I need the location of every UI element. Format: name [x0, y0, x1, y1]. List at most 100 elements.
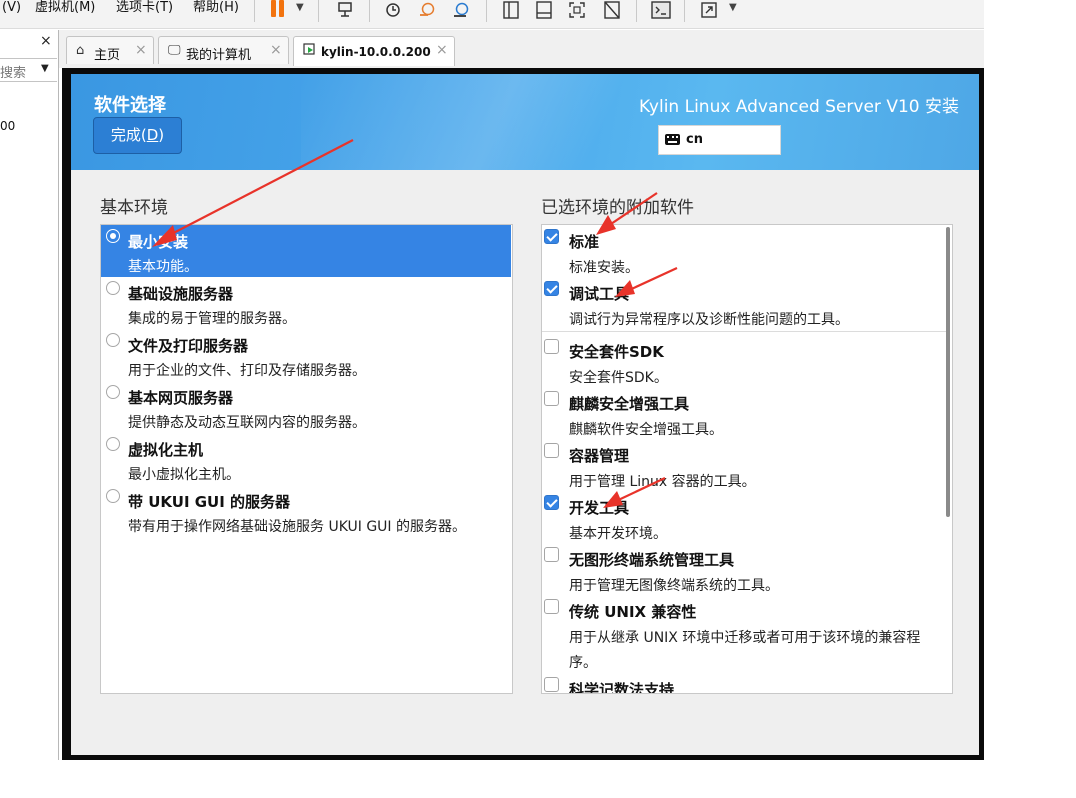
env-name: 基本网页服务器	[128, 389, 234, 407]
tab-kylin-vm[interactable]: kylin-10.0.0.200 ×	[293, 36, 455, 66]
tab-close-icon[interactable]: ×	[436, 42, 448, 58]
radio-button[interactable]	[106, 385, 120, 399]
product-title: Kylin Linux Advanced Server V10 安装	[639, 97, 959, 117]
addon-item-debug-tools[interactable]: 调试工具 调试行为异常程序以及诊断性能问题的工具。	[542, 277, 944, 329]
toolbar-separator	[254, 0, 255, 22]
computer-icon: 🖵	[168, 43, 181, 58]
checkbox[interactable]	[544, 495, 559, 510]
env-item-virtualization[interactable]: 虚拟化主机 最小虚拟化主机。	[101, 433, 511, 485]
env-item-infrastructure[interactable]: 基础设施服务器 集成的易于管理的服务器。	[101, 277, 511, 329]
toolbar-separator	[318, 0, 319, 22]
addon-name: 安全套件SDK	[569, 343, 664, 361]
revert-snapshot-icon[interactable]	[416, 0, 438, 20]
env-desc: 带有用于操作网络基础设施服务 UKUI GUI 的服务器。	[128, 519, 467, 535]
library-close-icon[interactable]: ×	[40, 33, 52, 49]
library-tree-item[interactable]: 00	[0, 119, 15, 133]
env-item-ukui-gui[interactable]: 带 UKUI GUI 的服务器 带有用于操作网络基础设施服务 UKUI GUI …	[101, 485, 511, 537]
library-search-placeholder: 搜索	[0, 66, 27, 81]
tab-my-computer[interactable]: 🖵 我的计算机 ×	[158, 36, 289, 64]
addon-item-container-management[interactable]: 容器管理 用于管理 Linux 容器的工具。	[542, 439, 944, 491]
done-label: 完成(	[110, 126, 147, 144]
checkbox[interactable]	[544, 339, 559, 354]
tab-close-icon[interactable]: ×	[270, 42, 282, 58]
checkbox[interactable]	[544, 677, 559, 692]
checkbox[interactable]	[544, 229, 559, 244]
env-item-web-server[interactable]: 基本网页服务器 提供静态及动态互联网内容的服务器。	[101, 381, 511, 433]
thumbnail-view-icon[interactable]	[533, 0, 555, 20]
addon-name: 麒麟安全增强工具	[569, 395, 690, 413]
addon-item-standard[interactable]: 标准 标准安装。	[542, 225, 944, 277]
env-desc: 用于企业的文件、打印及存储服务器。	[128, 363, 366, 379]
addon-name: 容器管理	[569, 447, 630, 465]
menu-help[interactable]: 帮助(H)	[193, 0, 239, 20]
tab-close-icon[interactable]: ×	[135, 42, 147, 58]
env-name: 文件及打印服务器	[128, 337, 249, 355]
installer-window: 软件选择 完成(D) Kylin Linux Advanced Server V…	[71, 74, 979, 755]
checkbox[interactable]	[544, 443, 559, 458]
keyboard-layout-indicator[interactable]: cn	[658, 125, 781, 155]
snapshot-icon[interactable]	[382, 0, 404, 20]
addon-name: 传统 UNIX 兼容性	[569, 603, 697, 621]
addon-name: 调试工具	[569, 285, 630, 303]
send-keys-icon[interactable]	[334, 0, 356, 20]
console-icon[interactable]	[650, 0, 672, 20]
search-dropdown-icon[interactable]: ▼	[41, 63, 49, 74]
tab-home[interactable]: ⌂ 主页 ×	[66, 36, 154, 64]
radio-button[interactable]	[106, 437, 120, 451]
tab-kylin-vm-label: kylin-10.0.0.200	[321, 45, 431, 59]
addon-name: 开发工具	[569, 499, 630, 517]
tab-my-computer-label: 我的计算机	[186, 48, 252, 63]
checkbox[interactable]	[544, 281, 559, 296]
radio-button[interactable]	[106, 489, 120, 503]
addon-desc: 用于从继承 UNIX 环境中迁移或者可用于该环境的兼容程序。	[569, 630, 921, 671]
fullscreen-icon[interactable]	[566, 0, 588, 20]
vm-running-icon	[303, 43, 316, 60]
radio-button[interactable]	[106, 281, 120, 295]
toolbar-separator	[486, 0, 487, 22]
done-button[interactable]: 完成(D)	[93, 117, 182, 154]
addon-item-kylin-security[interactable]: 麒麟安全增强工具 麒麟软件安全增强工具。	[542, 387, 944, 439]
stretch-icon[interactable]	[698, 0, 720, 20]
addon-list-scrollbar[interactable]	[946, 227, 950, 517]
checkbox[interactable]	[544, 599, 559, 614]
pause-dropdown-icon[interactable]: ▼	[296, 2, 304, 13]
env-desc: 基本功能。	[128, 259, 198, 275]
unity-icon[interactable]	[601, 0, 623, 20]
keyboard-layout-label: cn	[686, 132, 703, 147]
library-panel: × 搜索 ▼ 00	[0, 30, 59, 760]
addons-title: 已选环境的附加软件	[541, 198, 694, 218]
addon-item-development-tools[interactable]: 开发工具 基本开发环境。	[542, 491, 944, 543]
env-desc: 提供静态及动态互联网内容的服务器。	[128, 415, 366, 431]
checkbox[interactable]	[544, 547, 559, 562]
library-view-icon[interactable]	[500, 0, 522, 20]
env-name: 最小安装	[128, 233, 189, 251]
menu-vm[interactable]: 虚拟机(M)	[35, 0, 95, 20]
menu-tabs[interactable]: 选项卡(T)	[116, 0, 173, 20]
pause-icon[interactable]	[269, 0, 287, 18]
addon-item-headless-management[interactable]: 无图形终端系统管理工具 用于管理无图像终端系统的工具。	[542, 543, 944, 595]
addon-name: 标准	[569, 233, 600, 251]
done-suffix: )	[158, 126, 165, 144]
env-item-file-print[interactable]: 文件及打印服务器 用于企业的文件、打印及存储服务器。	[101, 329, 511, 381]
addon-item-security-sdk[interactable]: 安全套件SDK 安全套件SDK。	[542, 335, 944, 387]
base-environment-title: 基本环境	[100, 198, 168, 218]
env-item-minimal[interactable]: 最小安装 基本功能。	[101, 225, 511, 277]
list-divider	[542, 331, 948, 332]
addon-item-scientific-notation[interactable]: 科学记数法支持	[542, 673, 944, 694]
addon-name: 无图形终端系统管理工具	[569, 551, 735, 569]
env-name: 带 UKUI GUI 的服务器	[128, 493, 291, 511]
menu-bar: (V) 虚拟机(M) 选项卡(T) 帮助(H) ▼ ▼	[0, 0, 984, 29]
radio-button[interactable]	[106, 333, 120, 347]
stretch-dropdown-icon[interactable]: ▼	[729, 2, 737, 13]
checkbox[interactable]	[544, 391, 559, 406]
menu-view[interactable]: (V)	[2, 0, 21, 20]
snapshot-manager-icon[interactable]	[450, 0, 472, 20]
addon-name: 科学记数法支持	[569, 681, 675, 694]
addon-desc: 调试行为异常程序以及诊断性能问题的工具。	[569, 312, 849, 328]
toolbar-separator	[369, 0, 370, 22]
radio-button[interactable]	[106, 229, 120, 243]
page-title: 软件选择	[94, 95, 166, 116]
library-search-field[interactable]: 搜索 ▼	[0, 58, 57, 82]
toolbar-separator	[636, 0, 637, 22]
addon-item-legacy-unix[interactable]: 传统 UNIX 兼容性 用于从继承 UNIX 环境中迁移或者可用于该环境的兼容程…	[542, 595, 944, 673]
